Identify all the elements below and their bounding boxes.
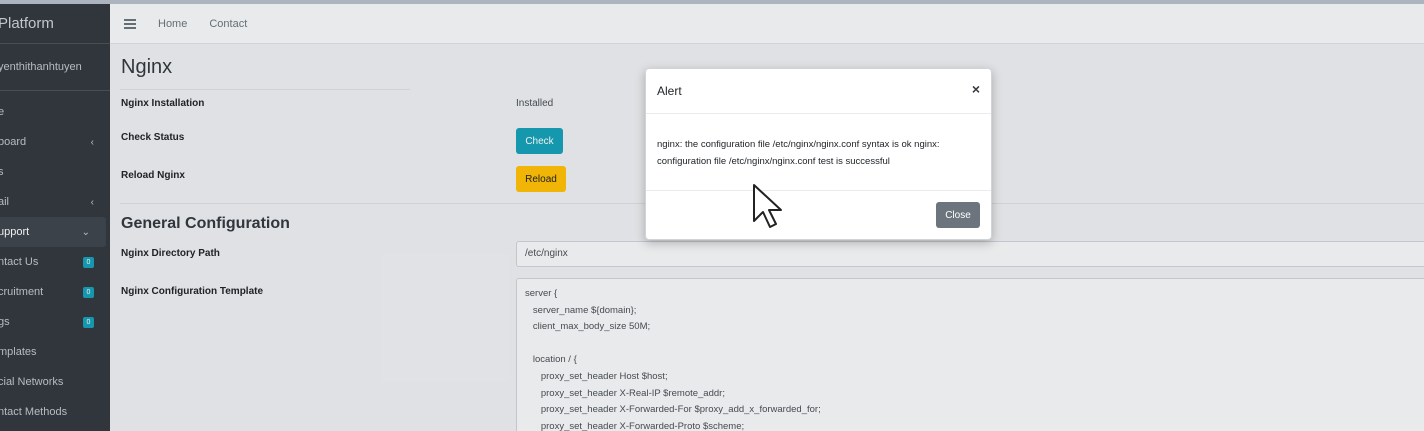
alert-message: nginx: the configuration file /etc/nginx… — [657, 139, 940, 167]
mouse-cursor-icon — [753, 184, 782, 228]
modal-header: Alert × — [646, 69, 991, 114]
modal-title: Alert — [657, 84, 682, 98]
modal-footer: Close — [646, 191, 991, 240]
modal-body: nginx: the configuration file /etc/nginx… — [646, 114, 991, 191]
close-button[interactable]: Close — [936, 202, 980, 228]
close-icon[interactable]: × — [972, 82, 980, 96]
alert-modal: Alert × nginx: the configuration file /e… — [645, 68, 992, 240]
